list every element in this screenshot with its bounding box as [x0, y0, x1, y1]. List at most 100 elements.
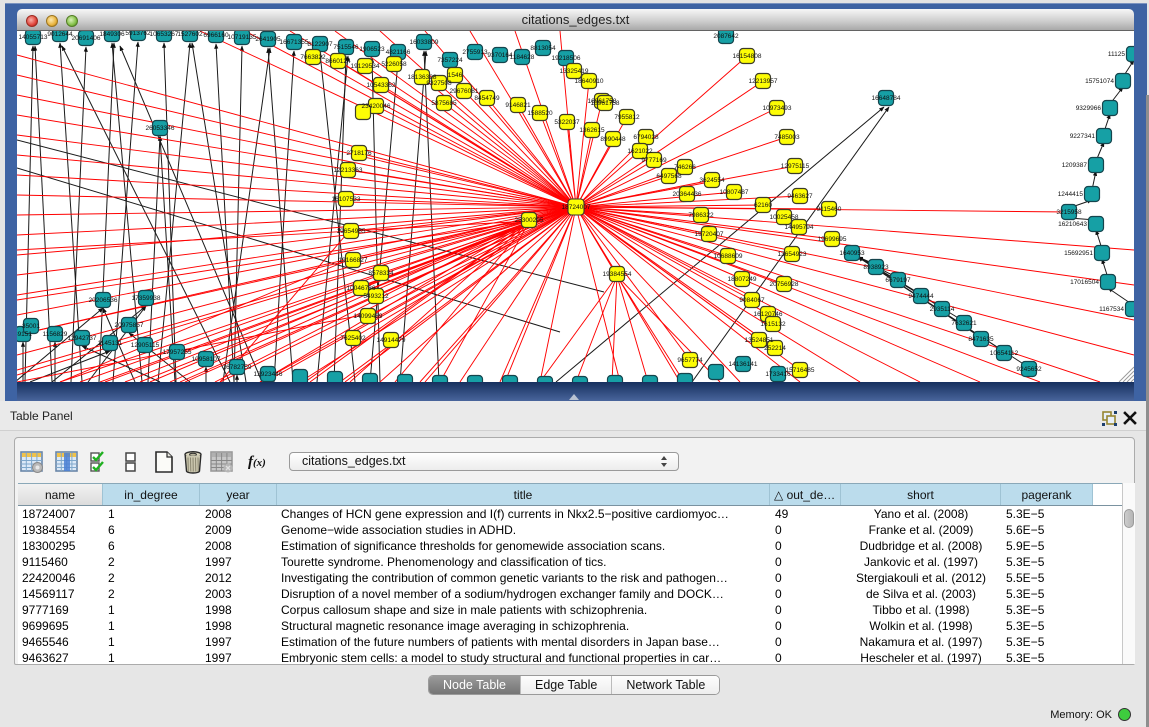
svg-text:1546: 1546 [448, 72, 463, 79]
svg-text:746266: 746266 [674, 164, 696, 171]
svg-text:6497568: 6497568 [656, 173, 682, 180]
svg-text:9474444: 9474444 [908, 293, 934, 300]
svg-text:15751074: 15751074 [1085, 78, 1114, 85]
svg-text:7515546: 7515546 [333, 44, 359, 51]
svg-text:8813054: 8813054 [530, 45, 556, 52]
svg-text:9084067: 9084067 [739, 297, 765, 304]
svg-text:18640910: 18640910 [575, 78, 604, 85]
svg-text:8122907: 8122907 [307, 41, 333, 48]
svg-text:17359938: 17359938 [132, 295, 161, 302]
svg-text:16782759: 16782759 [223, 364, 252, 371]
svg-text:15692951: 15692951 [1064, 250, 1093, 257]
svg-text:9777169: 9777169 [641, 157, 667, 164]
svg-text:14914479: 14914479 [377, 337, 406, 344]
svg-text:20975857: 20975857 [115, 322, 144, 329]
svg-text:1156829: 1156829 [43, 331, 68, 338]
svg-text:18724007: 18724007 [562, 204, 591, 211]
svg-text:10688609: 10688609 [714, 253, 743, 260]
svg-text:8471635: 8471635 [968, 336, 994, 343]
svg-text:14136141: 14136141 [729, 361, 758, 368]
svg-text:15716485: 15716485 [786, 367, 815, 374]
svg-text:7955812: 7955812 [614, 114, 640, 121]
svg-text:9227341: 9227341 [1070, 133, 1096, 140]
svg-text:6679197: 6679197 [885, 277, 911, 284]
svg-text:19218506: 19218506 [552, 55, 581, 62]
svg-text:16671355: 16671355 [280, 39, 309, 46]
svg-text:1145131: 1145131 [98, 340, 123, 347]
svg-text:9115460: 9115460 [817, 206, 842, 213]
svg-text:11125: 11125 [1108, 51, 1125, 58]
svg-text:1849306: 1849306 [99, 31, 125, 38]
svg-text:8578334: 8578334 [368, 270, 394, 277]
svg-text:5875685: 5875685 [431, 100, 457, 107]
svg-text:20756928: 20756928 [770, 281, 799, 288]
svg-text:1588520: 1588520 [527, 110, 553, 117]
svg-text:1244415: 1244415 [1058, 191, 1084, 198]
svg-text:10719135: 10719135 [228, 34, 257, 41]
svg-text:2935114: 2935114 [930, 306, 955, 313]
svg-text:7663822: 7663822 [300, 54, 326, 61]
svg-text:16107533: 16107533 [332, 196, 361, 203]
svg-text:9329966: 9329966 [1076, 105, 1102, 112]
svg-text:7986322: 7986322 [688, 212, 714, 219]
svg-text:13654923: 13654923 [778, 251, 807, 258]
svg-text:9657774: 9657774 [677, 357, 703, 364]
svg-text:7485003: 7485003 [774, 134, 800, 141]
svg-text:5493212: 5493212 [363, 293, 389, 300]
svg-text:16210643: 16210643 [1058, 221, 1087, 228]
svg-text:18807249: 18807249 [728, 276, 757, 283]
svg-text:10958107: 10958107 [192, 356, 221, 363]
svg-text:13524851: 13524851 [745, 337, 774, 344]
svg-text:9327508: 9327508 [426, 80, 452, 87]
svg-text:14055713: 14055713 [19, 34, 48, 41]
svg-text:1621022: 1621022 [627, 148, 653, 155]
svg-text:5322037: 5322037 [554, 119, 580, 126]
svg-text:10543362: 10543362 [367, 82, 396, 89]
svg-text:4821166: 4821166 [386, 49, 411, 56]
svg-text:19166827: 19166827 [339, 257, 368, 264]
svg-text:8990448: 8990448 [600, 136, 626, 143]
svg-text:10025458: 10025458 [770, 214, 799, 221]
svg-text:5913762: 5913762 [125, 31, 151, 37]
svg-text:1615132: 1615132 [760, 321, 786, 328]
svg-text:29676081: 29676081 [450, 88, 479, 95]
svg-text:17957255: 17957255 [163, 349, 192, 356]
svg-text:12905115: 12905115 [131, 342, 160, 349]
svg-text:12923446: 12923446 [254, 371, 283, 378]
svg-text:10653267: 10653267 [150, 31, 179, 38]
svg-text:19129534: 19129534 [351, 63, 380, 70]
svg-text:14099489: 14099489 [354, 313, 383, 320]
svg-text:2641905: 2641905 [255, 36, 281, 43]
svg-text:16648784: 16648784 [872, 95, 901, 102]
svg-text:7625402: 7625402 [340, 335, 366, 342]
svg-text:7357224: 7357224 [437, 57, 463, 64]
svg-text:8454749: 8454749 [474, 95, 500, 102]
svg-text:12213957: 12213957 [749, 78, 778, 85]
svg-text:35001: 35001 [22, 323, 40, 330]
svg-text:1527602: 1527602 [177, 31, 203, 38]
svg-text:19699695: 19699695 [818, 236, 847, 243]
svg-text:10973493: 10973493 [763, 105, 792, 112]
svg-text:1640953: 1640953 [839, 250, 865, 257]
svg-text:10046786: 10046786 [347, 285, 376, 292]
svg-text:5226058: 5226058 [381, 61, 407, 68]
svg-text:10961758: 10961758 [591, 100, 620, 107]
svg-text:12213363: 12213363 [334, 167, 363, 174]
svg-text:20206536: 20206536 [89, 297, 118, 304]
svg-text:9012644: 9012644 [47, 31, 73, 38]
svg-text:1906523: 1906523 [359, 46, 385, 53]
svg-text:13325419: 13325419 [560, 68, 589, 75]
svg-text:1209387: 1209387 [1062, 162, 1088, 169]
svg-text:9463627: 9463627 [787, 193, 813, 200]
svg-text:252214: 252214 [764, 345, 786, 352]
svg-text:19384554: 19384554 [603, 271, 632, 278]
svg-text:6966160: 6966160 [203, 32, 229, 39]
svg-text:19654985: 19654985 [337, 228, 366, 235]
svg-text:7632621: 7632621 [951, 320, 977, 327]
svg-text:10807487: 10807487 [720, 189, 749, 196]
svg-text:26053346: 26053346 [146, 125, 175, 132]
svg-text:25300295: 25300295 [515, 217, 544, 224]
svg-text:8660124: 8660124 [325, 58, 351, 65]
svg-text:20691406: 20691406 [72, 35, 101, 42]
svg-text:15720407: 15720407 [695, 231, 724, 238]
